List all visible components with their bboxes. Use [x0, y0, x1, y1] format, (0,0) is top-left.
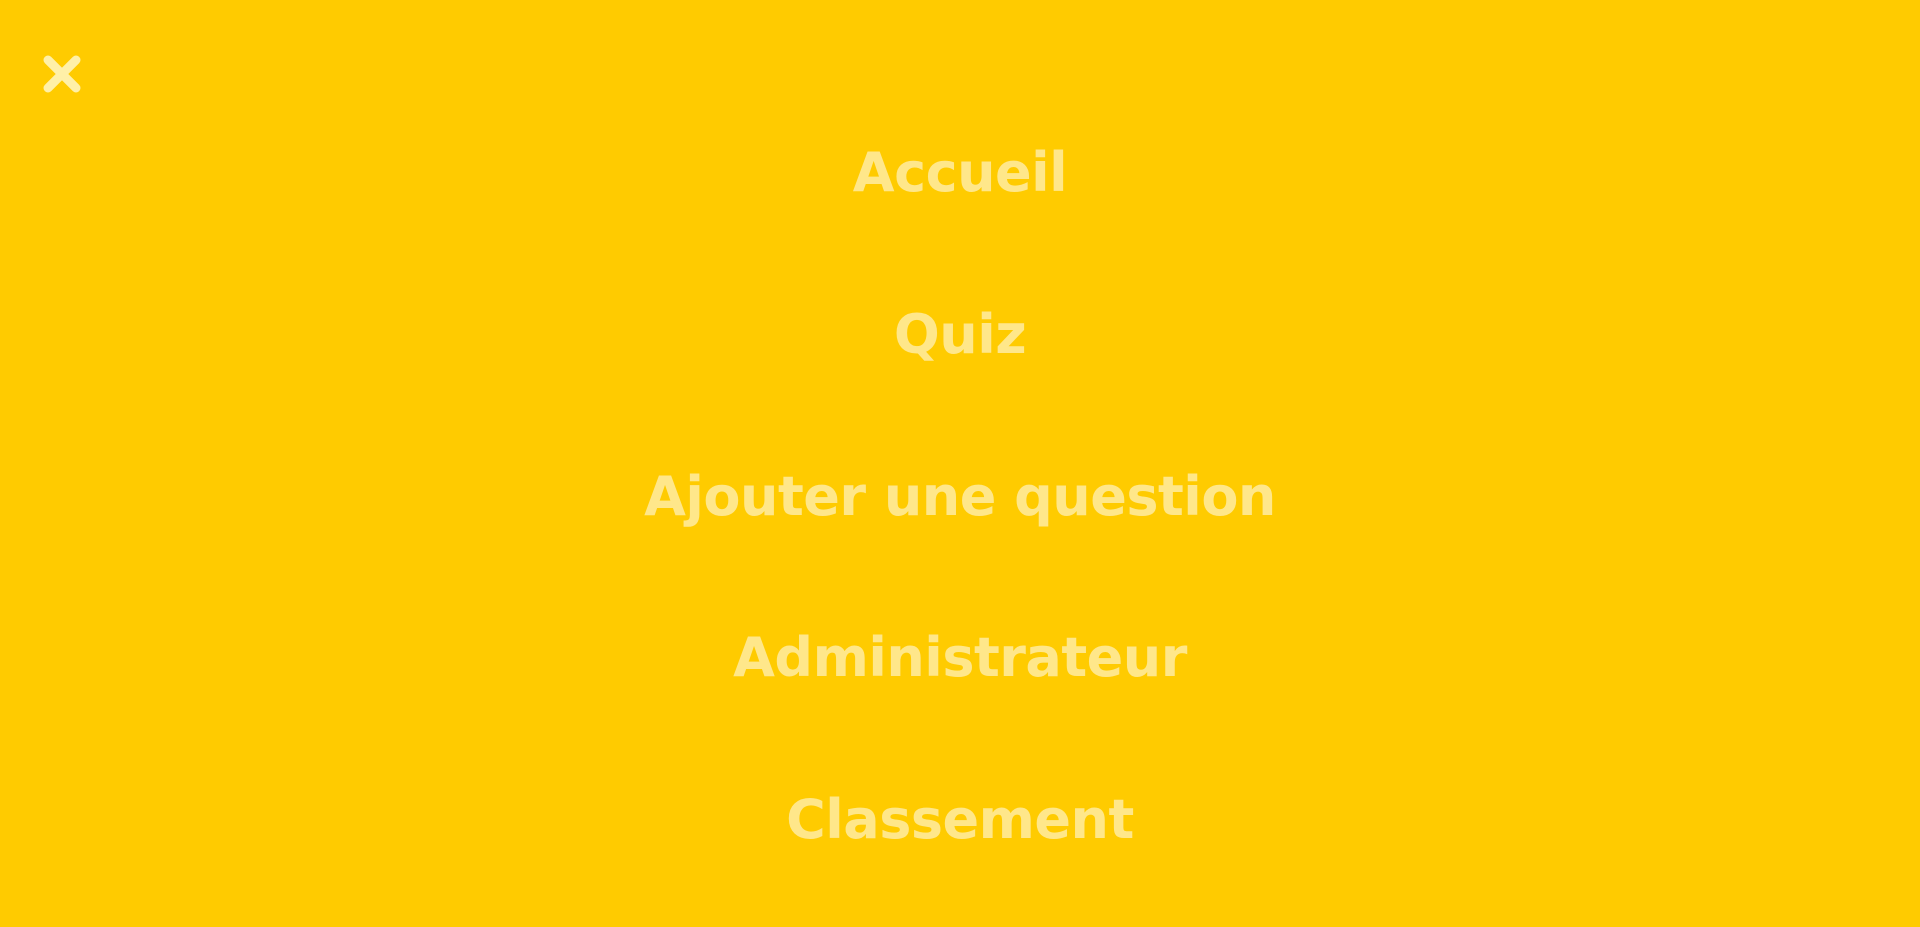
navigation-overlay: Accueil Quiz Ajouter une question Admini… [0, 0, 1920, 927]
menu-item-classement[interactable]: Classement [0, 779, 1920, 859]
menu-item-quiz[interactable]: Quiz [0, 294, 1920, 374]
main-menu: Accueil Quiz Ajouter une question Admini… [0, 0, 1920, 927]
menu-item-ajouter-question[interactable]: Ajouter une question [0, 456, 1920, 536]
menu-item-accueil[interactable]: Accueil [0, 132, 1920, 212]
menu-item-administrateur[interactable]: Administrateur [0, 617, 1920, 697]
